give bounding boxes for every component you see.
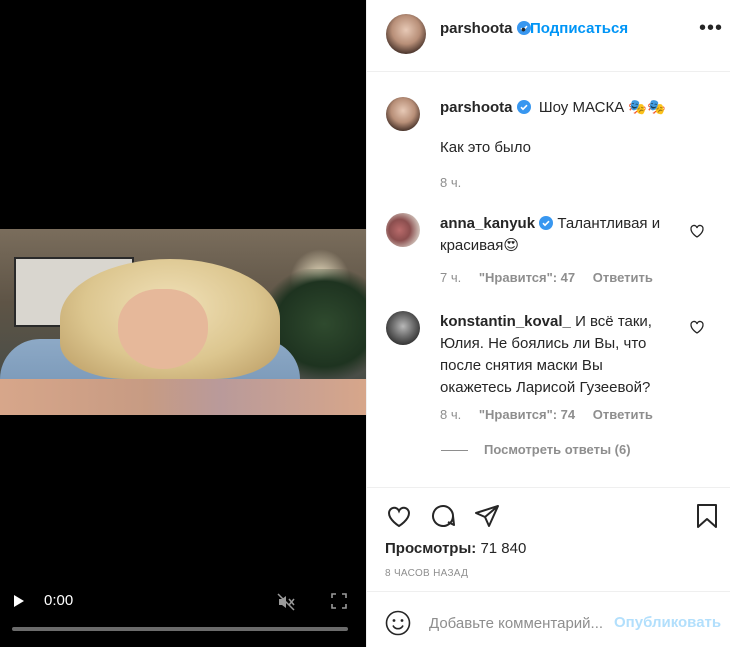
comment-meta: 8 ч. "Нравится": 74 Ответить bbox=[440, 407, 667, 422]
heart-icon[interactable] bbox=[689, 319, 705, 335]
bookmark-icon[interactable] bbox=[693, 502, 721, 530]
header-username[interactable]: parshoota bbox=[440, 20, 513, 37]
play-icon[interactable] bbox=[12, 593, 26, 609]
comment-avatar[interactable] bbox=[386, 311, 420, 345]
video-progress-bar[interactable] bbox=[12, 627, 348, 631]
caption-username[interactable]: parshoota bbox=[440, 99, 513, 116]
caption: parshoota Шоу МАСКА 🎭🎭 bbox=[440, 98, 666, 116]
video-frame[interactable] bbox=[0, 229, 366, 415]
add-comment-bar: Опубликовать bbox=[367, 591, 730, 647]
views-value: 71 840 bbox=[480, 540, 527, 557]
share-icon[interactable] bbox=[473, 502, 501, 530]
post-header: parshoota • Подписаться ••• bbox=[367, 0, 730, 72]
video-controls: 0:00 bbox=[0, 585, 366, 625]
avatar[interactable] bbox=[386, 14, 426, 54]
comment-username[interactable]: konstantin_koval_ bbox=[440, 313, 571, 330]
heart-icon[interactable] bbox=[385, 502, 413, 530]
view-replies-button[interactable]: Посмотреть ответы (6) bbox=[484, 442, 631, 457]
replies-divider bbox=[441, 450, 468, 451]
comment-likes[interactable]: "Нравится": 74 bbox=[479, 407, 575, 422]
caption-avatar[interactable] bbox=[386, 97, 420, 131]
video-time: 0:00 bbox=[44, 592, 74, 609]
comment-username[interactable]: anna_kanyuk bbox=[440, 215, 535, 232]
caption-text: Шоу МАСКА 🎭🎭 bbox=[538, 99, 666, 116]
mute-icon[interactable] bbox=[276, 592, 296, 612]
comment-likes[interactable]: "Нравится": 47 bbox=[479, 270, 575, 285]
heart-icon[interactable] bbox=[689, 223, 705, 239]
verified-icon bbox=[516, 100, 531, 114]
comment-item: anna_kanyuk Талантливая и красивая😍 bbox=[440, 213, 670, 257]
comment-input[interactable] bbox=[429, 612, 611, 634]
views-label: Просмотры: bbox=[385, 540, 477, 557]
comment-time: 7 ч. bbox=[440, 270, 462, 285]
more-icon[interactable]: ••• bbox=[699, 18, 723, 38]
video-player[interactable]: 0:00 bbox=[0, 0, 366, 647]
comment-icon[interactable] bbox=[429, 502, 457, 530]
separator-dot: • bbox=[521, 21, 526, 37]
person-legs-image bbox=[0, 379, 366, 415]
post-panel: parshoota • Подписаться ••• parshoota Шо… bbox=[366, 0, 730, 647]
comment-time: 8 ч. bbox=[440, 407, 462, 422]
post-actions: Просмотры: 71 840 8 ЧАСОВ НАЗАД bbox=[367, 487, 730, 591]
verified-icon bbox=[539, 216, 554, 230]
follow-button[interactable]: Подписаться bbox=[530, 20, 628, 37]
caption-text-line2: Как это было bbox=[440, 139, 531, 156]
caption-time: 8 ч. bbox=[440, 175, 462, 190]
fullscreen-icon[interactable] bbox=[330, 592, 348, 610]
views-count[interactable]: Просмотры: 71 840 bbox=[385, 540, 526, 557]
comment-meta: 7 ч. "Нравится": 47 Ответить bbox=[440, 270, 667, 285]
reply-button[interactable]: Ответить bbox=[593, 407, 653, 422]
emoji-icon[interactable] bbox=[385, 610, 411, 636]
post-timestamp: 8 ЧАСОВ НАЗАД bbox=[385, 568, 469, 579]
header-user: parshoota bbox=[440, 20, 531, 38]
comment-item: konstantin_koval_ И всё таки, Юлия. Не б… bbox=[440, 311, 670, 399]
person-face-image bbox=[118, 289, 208, 369]
reply-button[interactable]: Ответить bbox=[593, 270, 653, 285]
comment-avatar[interactable] bbox=[386, 213, 420, 247]
publish-button[interactable]: Опубликовать bbox=[614, 614, 721, 631]
